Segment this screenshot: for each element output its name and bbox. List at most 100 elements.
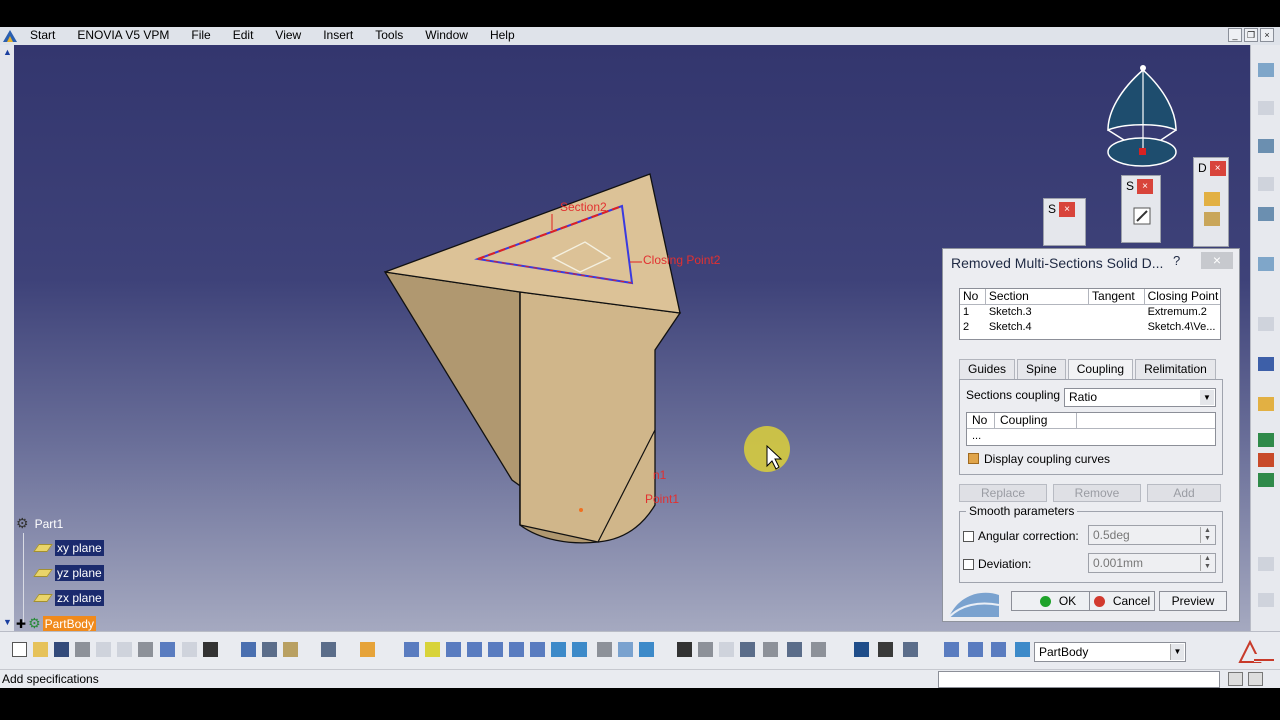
tool-icon-9[interactable]: [1258, 397, 1274, 411]
pan-icon[interactable]: [446, 642, 461, 657]
left-scrollbar[interactable]: ▲ ▼: [0, 45, 14, 631]
paste-icon[interactable]: [138, 642, 153, 657]
col-no[interactable]: No: [967, 413, 995, 428]
tool-icon-b7[interactable]: [763, 642, 778, 657]
zoom-in-icon[interactable]: [488, 642, 503, 657]
menu-file[interactable]: File: [180, 27, 221, 45]
scroll-down-icon[interactable]: ▼: [3, 617, 12, 627]
whats-this-icon[interactable]: [203, 642, 218, 657]
tab-spine[interactable]: Spine: [1017, 359, 1066, 379]
multi-view-icon[interactable]: [551, 642, 566, 657]
tab-relimitation[interactable]: Relimitation: [1135, 359, 1216, 379]
zoom-out-icon[interactable]: [509, 642, 524, 657]
tool-icon-b10[interactable]: [854, 642, 869, 657]
minimize-icon[interactable]: _: [1228, 28, 1242, 42]
tool-icon-14[interactable]: [1258, 593, 1274, 607]
tool-icon-b13[interactable]: [968, 642, 983, 657]
col-coupling[interactable]: Coupling: [995, 413, 1077, 428]
fit-all-icon[interactable]: [425, 642, 440, 657]
tool-icon-b1[interactable]: [262, 642, 277, 657]
tree-item-yz-plane[interactable]: yz plane: [33, 565, 104, 581]
tool-icon-b14[interactable]: [991, 642, 1006, 657]
close-icon[interactable]: ×: [1209, 160, 1226, 176]
formula-icon[interactable]: [677, 642, 692, 657]
cut-icon[interactable]: [96, 642, 111, 657]
tool-icon-b15[interactable]: [1015, 642, 1030, 657]
coupling-table[interactable]: No Coupling ...: [966, 412, 1216, 446]
status-icon-1[interactable]: [1228, 672, 1243, 686]
menu-enovia[interactable]: ENOVIA V5 VPM: [66, 27, 180, 45]
preview-button[interactable]: Preview: [1159, 591, 1227, 611]
tree-item-zx-plane[interactable]: zx plane: [33, 590, 104, 606]
tab-guides[interactable]: Guides: [959, 359, 1016, 379]
tool-icon-b6[interactable]: [719, 642, 734, 657]
rotate-icon[interactable]: [467, 642, 482, 657]
scroll-up-icon[interactable]: ▲: [3, 47, 12, 57]
tool-icon-11[interactable]: [1258, 453, 1274, 467]
copy-icon[interactable]: [117, 642, 132, 657]
tool-icon-b3[interactable]: [321, 642, 336, 657]
redo-icon[interactable]: [182, 642, 197, 657]
pocket-icon[interactable]: [1204, 212, 1220, 226]
hide-show-icon[interactable]: [618, 642, 633, 657]
col-no[interactable]: No: [960, 289, 986, 304]
axis-icon[interactable]: [903, 642, 918, 657]
tool-icon-b4[interactable]: [360, 642, 375, 657]
undo-icon[interactable]: [160, 642, 175, 657]
mini-toolbar-3[interactable]: D ×: [1193, 157, 1229, 247]
tool-icon-5[interactable]: [1258, 207, 1274, 221]
remove-button[interactable]: Remove: [1053, 484, 1141, 502]
table-icon[interactable]: [740, 642, 755, 657]
deviation-checkbox[interactable]: [963, 559, 974, 570]
replace-button[interactable]: Replace: [959, 484, 1047, 502]
tool-icon-b12[interactable]: [944, 642, 959, 657]
table-row[interactable]: 1 Sketch.3 Extremum.2: [960, 305, 1220, 320]
mini-toolbar-1[interactable]: S ×: [1043, 198, 1086, 246]
table-row[interactable]: 2 Sketch.4 Sketch.4\Ve...: [960, 320, 1220, 335]
menu-view[interactable]: View: [264, 27, 312, 45]
angular-correction-input[interactable]: 0.5deg ▲ ▼: [1088, 525, 1216, 545]
tree-item-partbody[interactable]: ✚ ⚙ PartBody: [16, 615, 96, 631]
display-coupling-checkbox[interactable]: [968, 453, 979, 464]
normal-view-icon[interactable]: [530, 642, 545, 657]
sketch-icon[interactable]: [1132, 206, 1152, 226]
chevron-down-icon[interactable]: ▼: [1170, 644, 1184, 660]
body-select[interactable]: PartBody ▼: [1034, 642, 1186, 662]
tool-icon-b2[interactable]: [283, 642, 298, 657]
tree-root[interactable]: ⚙ Part1: [16, 515, 65, 532]
col-closing-point[interactable]: Closing Point: [1145, 289, 1220, 304]
tool-icon-8[interactable]: [1258, 357, 1274, 371]
tool-icon-b8[interactable]: [787, 642, 802, 657]
restore-icon[interactable]: ❐: [1244, 28, 1258, 42]
tool-icon-b9[interactable]: [811, 642, 826, 657]
col-tangent[interactable]: Tangent: [1089, 289, 1145, 304]
close-icon[interactable]: ×: [1059, 201, 1076, 217]
tool-icon-4[interactable]: [1258, 177, 1274, 191]
update-icon[interactable]: [241, 642, 256, 657]
cancel-button[interactable]: Cancel: [1089, 591, 1155, 611]
swap-space-icon[interactable]: [639, 642, 654, 657]
tool-icon-10[interactable]: [1258, 433, 1274, 447]
sections-table[interactable]: No Section Tangent Closing Point 1 Sketc…: [959, 288, 1221, 340]
angular-correction-checkbox[interactable]: [963, 531, 974, 542]
menu-tools[interactable]: Tools: [364, 27, 414, 45]
print-icon[interactable]: [75, 642, 90, 657]
tool-icon-13[interactable]: [1258, 557, 1274, 571]
mini-toolbar-2[interactable]: S ×: [1121, 175, 1161, 243]
fly-icon[interactable]: [404, 642, 419, 657]
save-icon[interactable]: [54, 642, 69, 657]
render-style-icon[interactable]: [597, 642, 612, 657]
col-section[interactable]: Section: [986, 289, 1090, 304]
spinner-icon[interactable]: ▲ ▼: [1200, 527, 1214, 543]
tool-icon-12[interactable]: [1258, 473, 1274, 487]
status-icon-2[interactable]: [1248, 672, 1263, 686]
tool-icon-7[interactable]: [1258, 317, 1274, 331]
new-icon[interactable]: [12, 642, 27, 657]
dialog-close-button[interactable]: ×: [1201, 252, 1233, 269]
expand-icon[interactable]: ✚: [16, 617, 26, 631]
help-icon[interactable]: ?: [1173, 253, 1180, 268]
menu-window[interactable]: Window: [414, 27, 479, 45]
add-button[interactable]: Add: [1147, 484, 1221, 502]
spinner-icon[interactable]: ▲ ▼: [1200, 555, 1214, 571]
command-input[interactable]: [938, 671, 1220, 688]
